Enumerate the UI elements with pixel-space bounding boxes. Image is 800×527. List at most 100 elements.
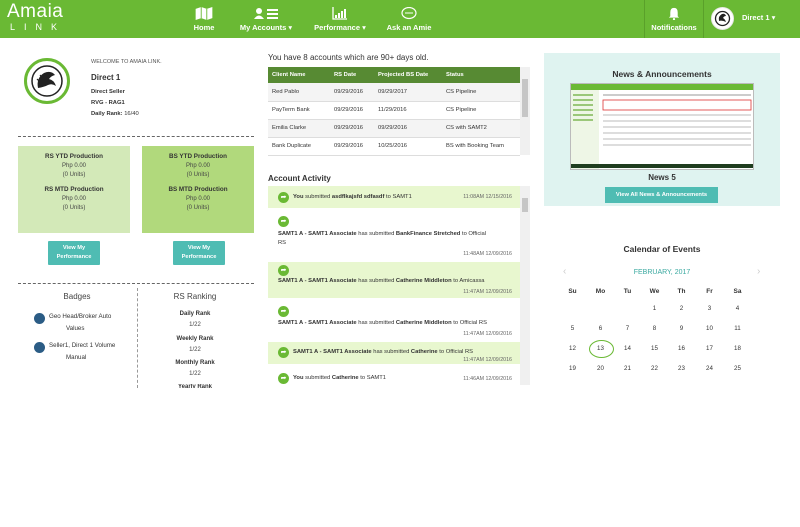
calendar-day[interactable]: 9 [668, 325, 695, 332]
rs-production-box: RS YTD Production Php 0.00 (0 Units) RS … [18, 146, 130, 233]
calendar-day[interactable]: 20 [587, 365, 614, 372]
next-month-icon[interactable]: › [757, 266, 760, 277]
activity-item[interactable]: ➦ SAMT1 A - SAMT1 Associate has submitte… [268, 262, 520, 298]
column-header[interactable]: Projected BS Date [374, 67, 442, 83]
calendar-day[interactable]: 8 [641, 325, 668, 332]
calendar-day[interactable]: 3 [696, 305, 723, 312]
calendar-weekday: Tu [623, 288, 632, 295]
calendar-day[interactable]: 24 [696, 365, 723, 372]
calendar-title: Calendar of Events [623, 244, 701, 254]
calendar-day[interactable]: 25 [724, 365, 751, 372]
calendar-day[interactable]: 7 [614, 325, 641, 332]
amaia-link-logo[interactable]: Amaia LINK [7, 2, 91, 36]
calendar-day[interactable]: 16 [668, 345, 695, 352]
view-rs-performance-button[interactable]: View My Performance [48, 241, 100, 265]
calendar-day[interactable]: 6 [587, 325, 614, 332]
calendar-day[interactable]: 12 [559, 345, 586, 352]
bs-production-box: BS YTD Production Php 0.00 (0 Units) BS … [142, 146, 254, 233]
table-row[interactable]: Bank Duplicate 09/29/2016 10/25/2016 BS … [268, 137, 520, 156]
activity-item[interactable]: ➦ SAMT1 A - SAMT1 Associate has submitte… [268, 300, 520, 340]
badge-icon [34, 313, 45, 324]
table-row[interactable]: Emilia Clarke 09/29/2016 09/29/2016 CS w… [268, 119, 520, 138]
bs-ytd-title: BS YTD Production [169, 153, 227, 160]
view-bs-performance-button[interactable]: View My Performance [173, 241, 225, 265]
table-row[interactable]: PayTerm Bank 09/29/2016 11/29/2016 CS Pi… [268, 101, 520, 120]
nav-home[interactable]: Home [186, 0, 222, 38]
calendar-day[interactable]: 11 [724, 325, 751, 332]
calendar-day[interactable]: 10 [696, 325, 723, 332]
rs-mtd-amount: Php 0.00 [61, 196, 87, 202]
sigil-icon [714, 10, 731, 27]
share-arrow-icon: ➦ [278, 265, 289, 276]
calendar-day[interactable]: 2 [668, 305, 695, 312]
news-thumbnail[interactable] [570, 83, 754, 170]
scrollbar-thumb[interactable] [522, 198, 528, 212]
activity-item[interactable]: ➦ SAMT1 A - SAMT1 Associate has submitte… [268, 208, 520, 260]
news-caption: News 5 [648, 173, 676, 182]
table-row[interactable]: Red Pablo 09/29/2016 09/29/2017 CS Pipel… [268, 83, 520, 102]
calendar-day[interactable]: 1 [641, 305, 668, 312]
share-arrow-icon: ➦ [278, 373, 289, 384]
calendar-weekday: Su [568, 288, 577, 295]
chart-icon [332, 7, 347, 20]
view-all-news-button[interactable]: View All News & Announcements [605, 187, 718, 203]
table-cell: CS with SAMT2 [442, 119, 520, 138]
nav-notifications[interactable]: Notifications [646, 0, 702, 38]
user-avatar[interactable] [711, 7, 734, 30]
badge-name: Geo Head/Broker Auto [49, 313, 112, 320]
welcome-text: WELCOME TO AMAIA LINK. [91, 59, 162, 65]
activity-item[interactable]: ➦ SAMT1 A - SAMT1 Associate has submitte… [268, 342, 520, 364]
accounts-scrollbar[interactable] [520, 67, 530, 155]
activity-feed: ➦ You submitted asdflkajsfd sdfasdf to S… [268, 186, 520, 385]
activity-text: SAMT1 A - SAMT1 Associate has submitted … [278, 278, 485, 284]
nav-home-label: Home [193, 23, 215, 32]
rs-ytd-title: RS YTD Production [45, 153, 103, 160]
calendar-weekday: Mo [595, 288, 606, 295]
aged-accounts-table: Client Name RS Date Projected BS Date St… [268, 67, 520, 156]
badge-item-cont: Manual [66, 352, 86, 364]
table-cell: Bank Duplicate [268, 137, 330, 156]
bs-mtd-units: (0 Units) [186, 205, 210, 211]
dragon-sigil-icon [31, 65, 63, 97]
top-navbar: Amaia LINK Home My Accounts ▾ Performanc… [0, 0, 800, 38]
nav-ask-amie[interactable]: Ask an Amie [384, 0, 434, 38]
badge-name-cont: Values [66, 325, 85, 332]
calendar-day[interactable]: 21 [614, 365, 641, 372]
nav-performance[interactable]: Performance ▾ [310, 0, 370, 38]
share-arrow-icon: ➦ [278, 347, 289, 358]
calendar-day[interactable]: 18 [724, 345, 751, 352]
profile-daily-rank: Daily Rank: 16/40 [91, 111, 139, 117]
calendar-day[interactable]: 4 [724, 305, 751, 312]
scrollbar-thumb[interactable] [522, 79, 528, 117]
rank-value: 1/22 [189, 347, 201, 353]
activity-time: 11:47AM 12/09/2016 [463, 331, 512, 337]
column-header[interactable]: Client Name [268, 67, 330, 83]
table-cell: PayTerm Bank [268, 101, 330, 120]
activity-time: 11:46AM 12/09/2016 [463, 376, 512, 382]
calendar-day[interactable]: 14 [614, 345, 641, 352]
calendar-day[interactable]: 23 [668, 365, 695, 372]
activity-scrollbar[interactable] [520, 186, 530, 385]
nav-notifications-label: Notifications [651, 23, 697, 32]
calendar-day[interactable]: 17 [696, 345, 723, 352]
nav-my-accounts[interactable]: My Accounts ▾ [236, 0, 296, 38]
profile-group: RVG - RAG1 [91, 100, 125, 106]
user-menu[interactable]: Direct 1 ▾ [742, 13, 775, 22]
logo-subtitle: LINK [10, 22, 67, 32]
column-header[interactable]: Status [442, 67, 520, 83]
calendar-day[interactable]: 15 [641, 345, 668, 352]
daily-rank-label: Daily Rank: [91, 111, 123, 117]
activity-item[interactable]: ➦ You submitted asdflkajsfd sdfasdf to S… [268, 186, 520, 208]
nav-my-accounts-label: My Accounts ▾ [239, 23, 293, 32]
calendar-day[interactable]: 5 [559, 325, 586, 332]
calendar-day[interactable]: 22 [641, 365, 668, 372]
calendar-day[interactable]: 19 [559, 365, 586, 372]
activity-text: You submitted asdflkajsfd sdfasdf to SAM… [293, 194, 412, 200]
activity-item[interactable]: ➦ You submitted Catherine to SAMT1 11:46… [268, 368, 520, 385]
map-icon [195, 7, 213, 20]
nav-divider [644, 0, 645, 38]
activity-text-cont: RS [278, 240, 287, 246]
section-divider [18, 283, 254, 284]
activity-title: Account Activity [268, 174, 331, 183]
column-header[interactable]: RS Date [330, 67, 374, 83]
